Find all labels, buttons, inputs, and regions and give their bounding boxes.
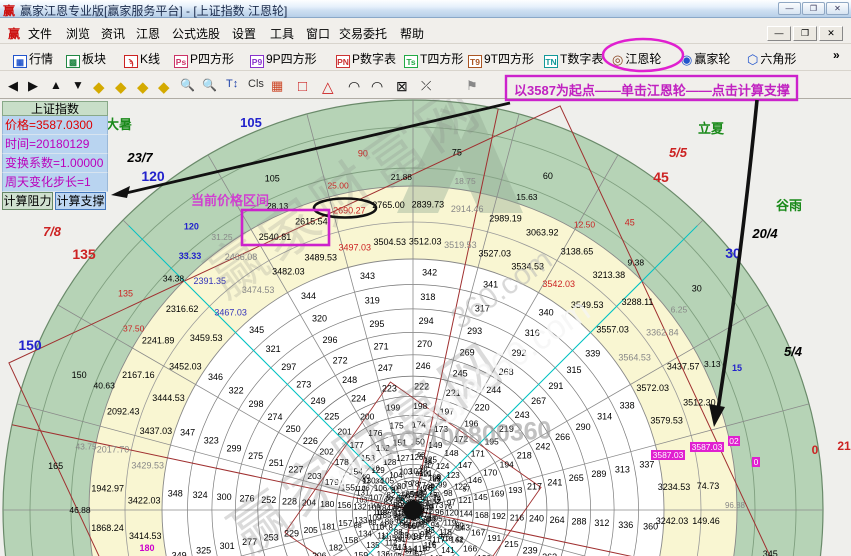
svg-text:当前价格区间: 当前价格区间 [191,193,269,208]
